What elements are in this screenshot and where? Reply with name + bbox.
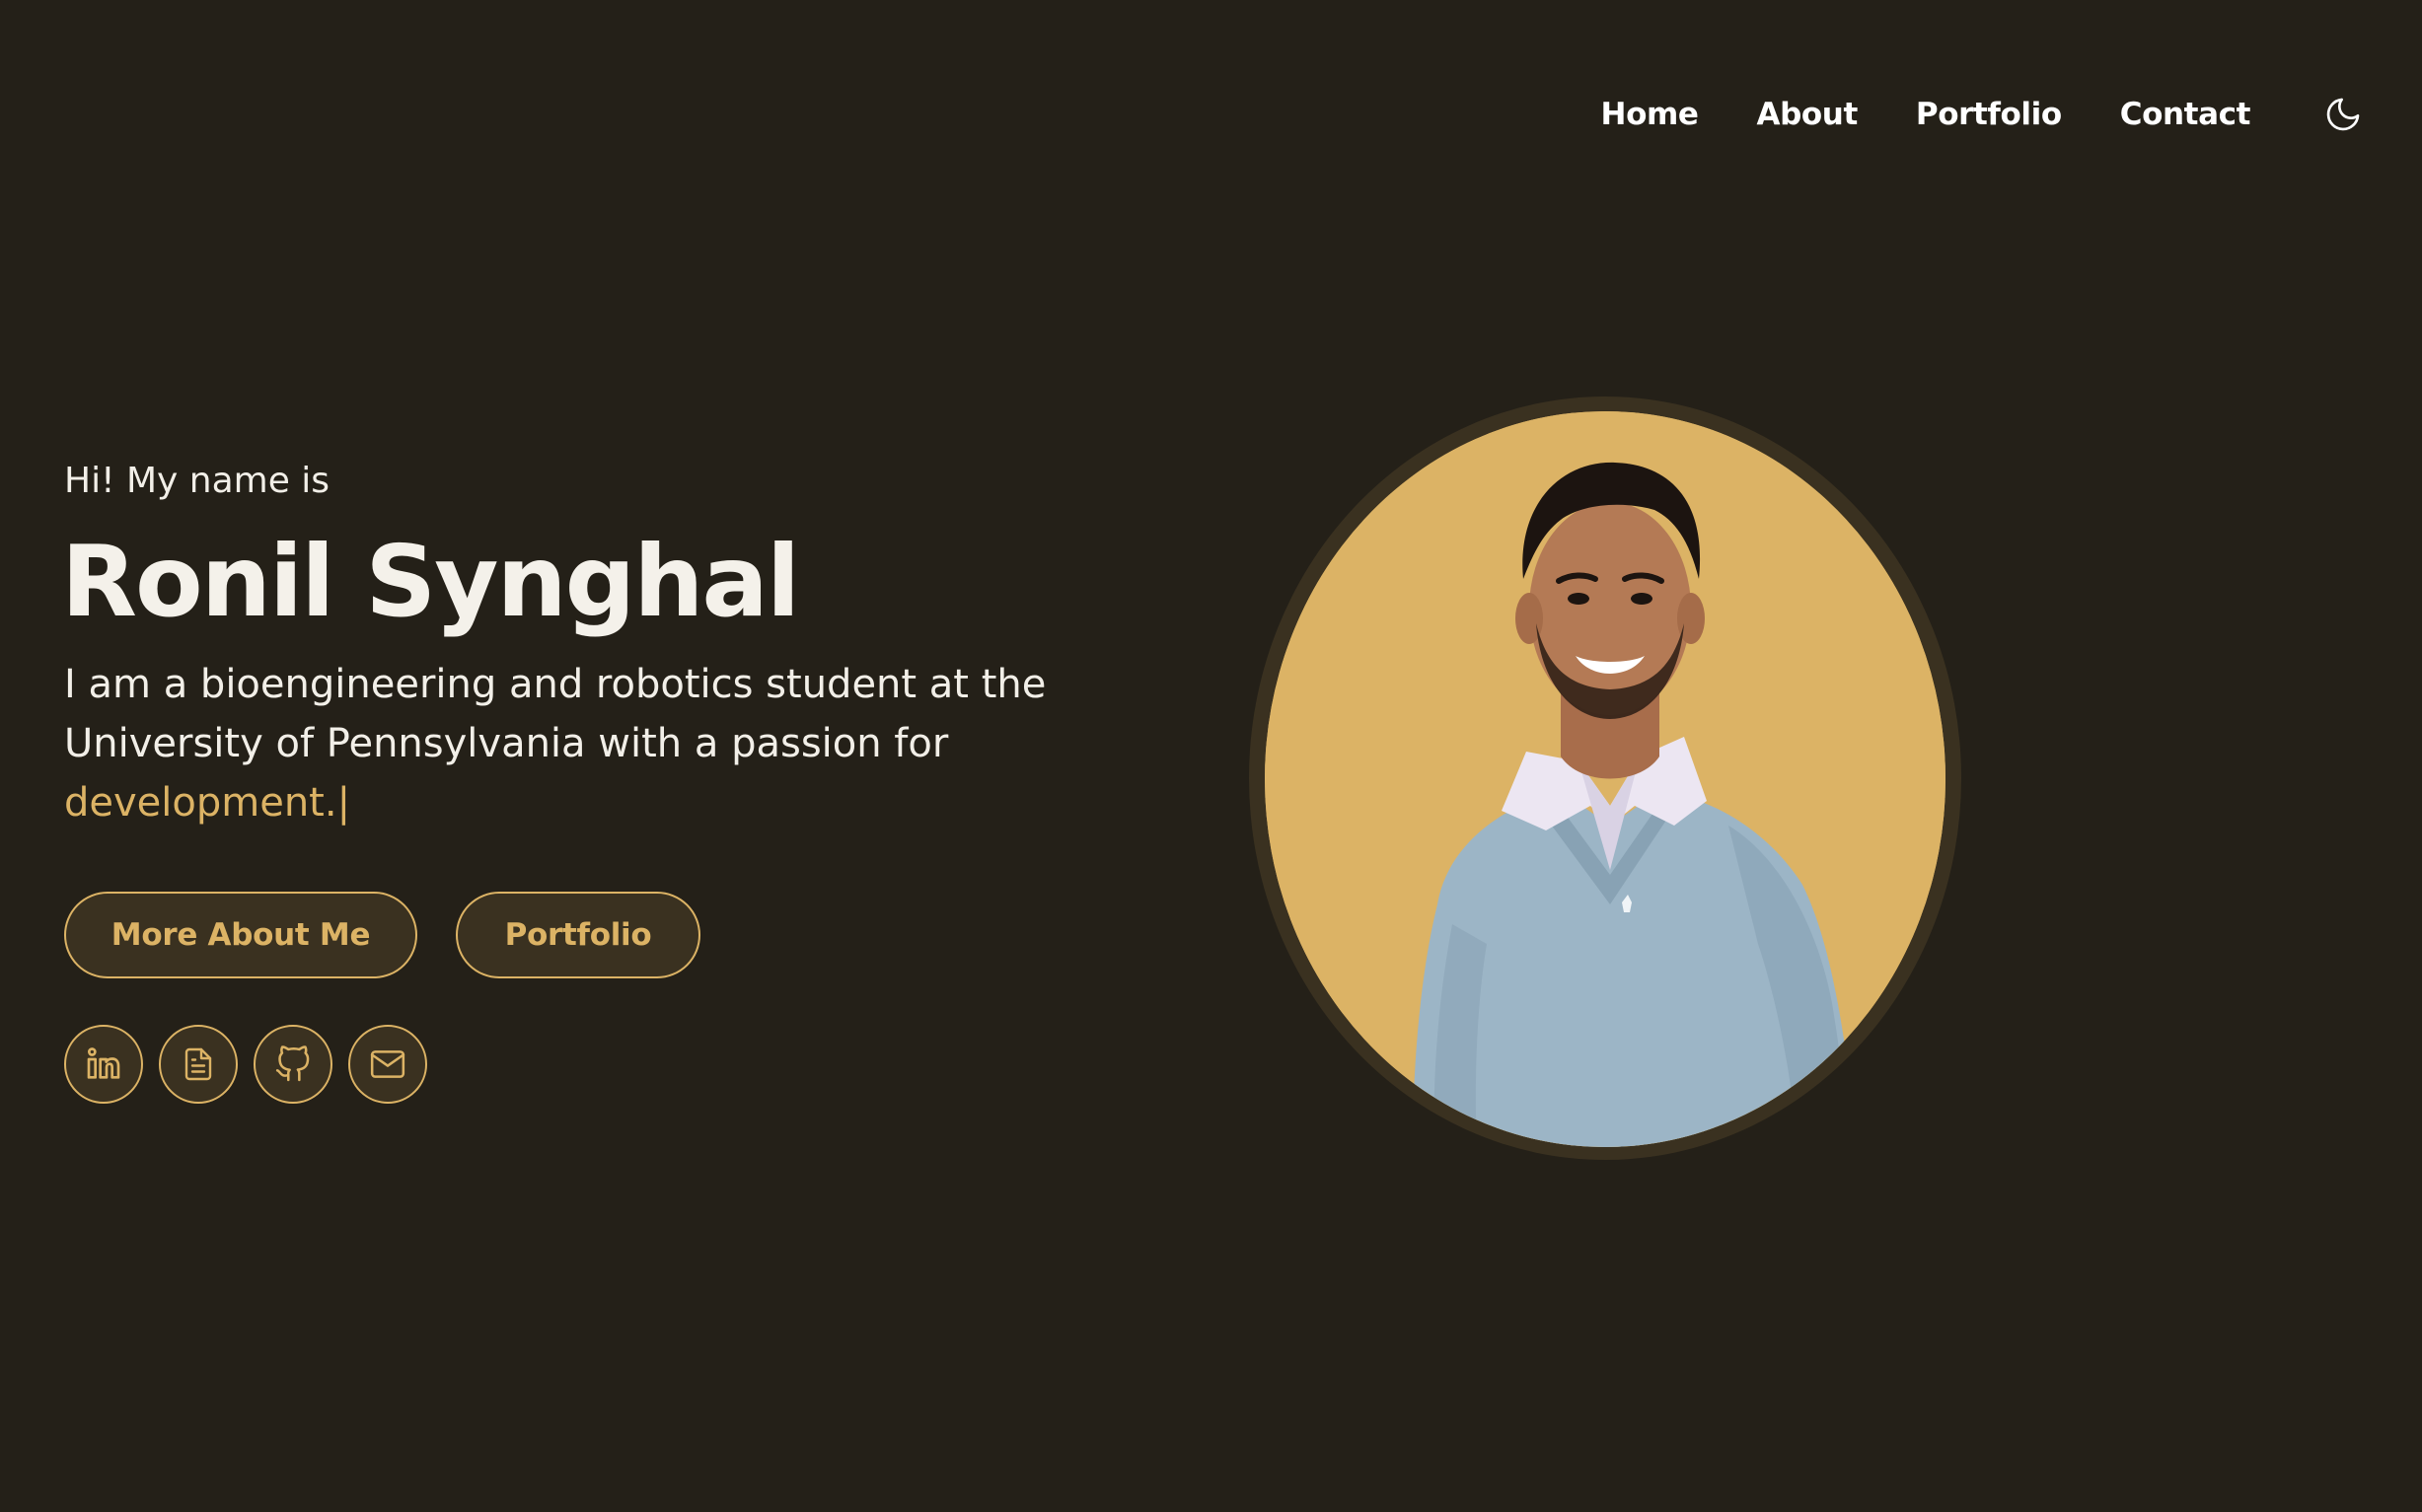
- resume-icon: [184, 1047, 212, 1081]
- social-links: [64, 1025, 443, 1104]
- email-link[interactable]: [348, 1025, 427, 1104]
- nav-about[interactable]: About: [1757, 87, 1859, 142]
- person-illustration: [1265, 411, 1945, 1147]
- resume-link[interactable]: [159, 1025, 238, 1104]
- tagline-static: I am a bioengineering and robotics stude…: [64, 662, 1047, 766]
- hero-tagline: I am a bioengineering and robotics stude…: [64, 655, 1070, 832]
- theme-toggle-button[interactable]: [2315, 87, 2371, 142]
- portfolio-button[interactable]: Portfolio: [456, 892, 700, 978]
- tagline-typed-word: development.: [64, 780, 337, 826]
- linkedin-link[interactable]: [64, 1025, 143, 1104]
- profile-photo: [1265, 411, 1945, 1147]
- hero-name: Ronil Synghal: [61, 524, 800, 639]
- github-link[interactable]: [254, 1025, 332, 1104]
- nav-portfolio[interactable]: Portfolio: [1916, 87, 2062, 142]
- more-about-me-button[interactable]: More About Me: [64, 892, 417, 978]
- moon-icon: [2326, 98, 2360, 131]
- hero-buttons: More About Me Portfolio: [64, 892, 700, 978]
- typing-caret: |: [336, 780, 351, 826]
- github-icon: [275, 1045, 310, 1082]
- nav-contact[interactable]: Contact: [2120, 87, 2251, 142]
- main-nav: Home About Portfolio Contact: [1601, 87, 2371, 142]
- nav-home[interactable]: Home: [1601, 87, 1699, 142]
- greeting-text: Hi! My name is: [64, 461, 330, 501]
- email-icon: [370, 1050, 405, 1078]
- linkedin-icon: [87, 1047, 120, 1079]
